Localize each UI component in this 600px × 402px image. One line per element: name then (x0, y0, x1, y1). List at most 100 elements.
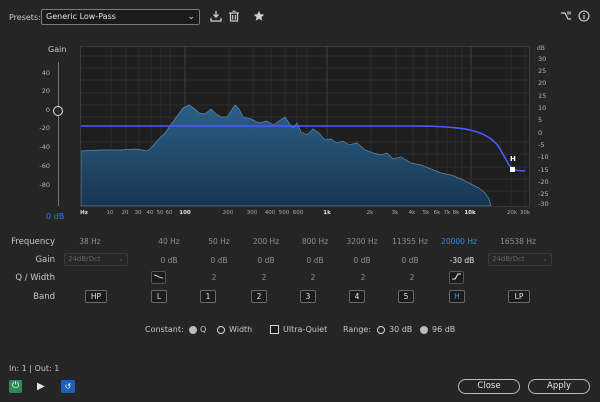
band-4-button[interactable]: 4 (349, 290, 365, 303)
right-tick: 20 (538, 79, 547, 87)
lp-slope-value: 24dB/Oct (492, 255, 525, 263)
gain-2[interactable]: 0 dB (257, 256, 274, 265)
gain-5[interactable]: 0 dB (401, 256, 418, 265)
frequency-2[interactable]: 200 Hz (253, 237, 279, 246)
gain-4[interactable]: 0 dB (353, 256, 370, 265)
x-tick: 30 (134, 210, 142, 216)
left-tick: 0 (45, 106, 50, 114)
left-tick: 40 (41, 69, 50, 77)
hp-slope-dropdown[interactable]: 24dB/Oct ⌄ (64, 253, 128, 266)
io-channels-label: In: 1 | Out: 1 (9, 364, 60, 373)
q-1[interactable]: 2 (212, 273, 217, 282)
x-tick: 200 (222, 210, 234, 216)
h-band-handle (510, 167, 515, 172)
loop-icon[interactable]: ↺ (61, 380, 75, 393)
x-tick: 20k (506, 210, 518, 216)
q-5[interactable]: 2 (410, 273, 415, 282)
ultra-quiet-checkbox[interactable] (270, 325, 279, 334)
delete-icon[interactable] (227, 10, 241, 24)
x-tick: 600 (292, 210, 304, 216)
x-tick: 30k (519, 210, 531, 216)
gain-axis-title: Gain (48, 45, 67, 54)
x-tick: 400 (264, 210, 276, 216)
q-4[interactable]: 2 (361, 273, 366, 282)
star-icon[interactable] (252, 10, 266, 24)
chevron-down-icon: ⌄ (542, 255, 548, 263)
chevron-down-icon: ⌄ (187, 12, 195, 22)
output-gain-value[interactable]: 0 dB (46, 212, 64, 221)
route-icon[interactable] (559, 10, 573, 24)
frequency-lp[interactable]: 16538 Hz (500, 237, 536, 246)
high-shelf-icon (452, 273, 461, 280)
constant-q-label: Q (200, 325, 207, 334)
gain-1[interactable]: 0 dB (210, 256, 227, 265)
x-tick: 500 (278, 210, 290, 216)
low-shelf-shape-button[interactable] (151, 271, 166, 284)
band-3-button[interactable]: 3 (300, 290, 316, 303)
gain-3[interactable]: 0 dB (306, 256, 323, 265)
play-icon[interactable]: ▶ (37, 380, 45, 393)
info-icon[interactable] (577, 10, 591, 24)
band-2-button[interactable]: 2 (251, 290, 267, 303)
x-tick: 2k (366, 210, 374, 216)
qwidth-row-label: Q / Width (15, 273, 55, 283)
power-icon[interactable]: ⏻ (9, 380, 22, 393)
right-tick: 30 (538, 55, 547, 63)
range-label: Range: (343, 325, 372, 334)
q-2[interactable]: 2 (262, 273, 267, 282)
left-tick: -60 (39, 162, 50, 170)
right-tick: 15 (538, 92, 547, 100)
x-tick: 20 (121, 210, 129, 216)
right-tick: -15 (538, 166, 549, 174)
range-96db-radio[interactable] (420, 326, 428, 334)
top-toolbar: Presets: Generic Low-Pass ⌄ (0, 0, 600, 36)
band-hp-button[interactable]: HP (85, 290, 107, 303)
x-tick: 5k (422, 210, 430, 216)
preset-dropdown[interactable]: Generic Low-Pass ⌄ (41, 9, 200, 25)
band-lp-button[interactable]: LP (508, 290, 530, 303)
frequency-3[interactable]: 800 Hz (302, 237, 328, 246)
eq-graph[interactable]: H (80, 46, 530, 207)
h-band-handle-label: H (510, 155, 516, 163)
x-tick: 100 (179, 210, 191, 216)
constant-label: Constant: (145, 325, 184, 334)
preset-value: Generic Low-Pass (46, 12, 116, 21)
x-tick: 60 (165, 210, 173, 216)
band-5-button[interactable]: 5 (398, 290, 414, 303)
range-30db-radio[interactable] (377, 326, 385, 334)
q-3[interactable]: 2 (311, 273, 316, 282)
right-tick: -25 (538, 190, 549, 198)
lp-slope-dropdown[interactable]: 24dB/Oct ⌄ (488, 253, 552, 266)
x-tick: 50 (156, 210, 164, 216)
apply-button[interactable]: Apply (528, 379, 590, 394)
right-tick: 25 (538, 67, 547, 75)
gain-row-label: Gain (35, 255, 55, 265)
constant-q-radio[interactable] (189, 326, 197, 334)
band-l-button[interactable]: L (151, 290, 167, 303)
band-row-label: Band (33, 292, 55, 302)
close-button[interactable]: Close (458, 379, 520, 394)
band-1-button[interactable]: 1 (200, 290, 216, 303)
frequency-4[interactable]: 3200 Hz (346, 237, 377, 246)
left-tick: 20 (41, 87, 50, 95)
output-gain-slider-track[interactable] (58, 62, 59, 206)
save-preset-icon[interactable] (209, 10, 223, 24)
constant-width-radio[interactable] (217, 326, 225, 334)
spectrum-area (81, 104, 492, 206)
right-tick: -5 (538, 141, 545, 149)
frequency-hp[interactable]: 38 Hz (79, 237, 101, 246)
frequency-1[interactable]: 50 Hz (208, 237, 230, 246)
x-tick: 1k (323, 210, 331, 216)
frequency-l[interactable]: 40 Hz (158, 237, 180, 246)
gain-h[interactable]: -30 dB (450, 256, 475, 265)
left-tick: -40 (39, 143, 50, 151)
frequency-row-label: Frequency (11, 237, 55, 247)
band-h-button[interactable]: H (449, 290, 465, 303)
high-shelf-shape-button[interactable] (449, 271, 464, 284)
output-gain-slider-knob[interactable] (53, 106, 63, 116)
frequency-h[interactable]: 20000 Hz (441, 237, 477, 246)
range-30db-label: 30 dB (389, 325, 413, 334)
frequency-5[interactable]: 11355 Hz (392, 237, 428, 246)
gain-l[interactable]: 0 dB (160, 256, 177, 265)
hp-slope-value: 24dB/Oct (68, 255, 101, 263)
